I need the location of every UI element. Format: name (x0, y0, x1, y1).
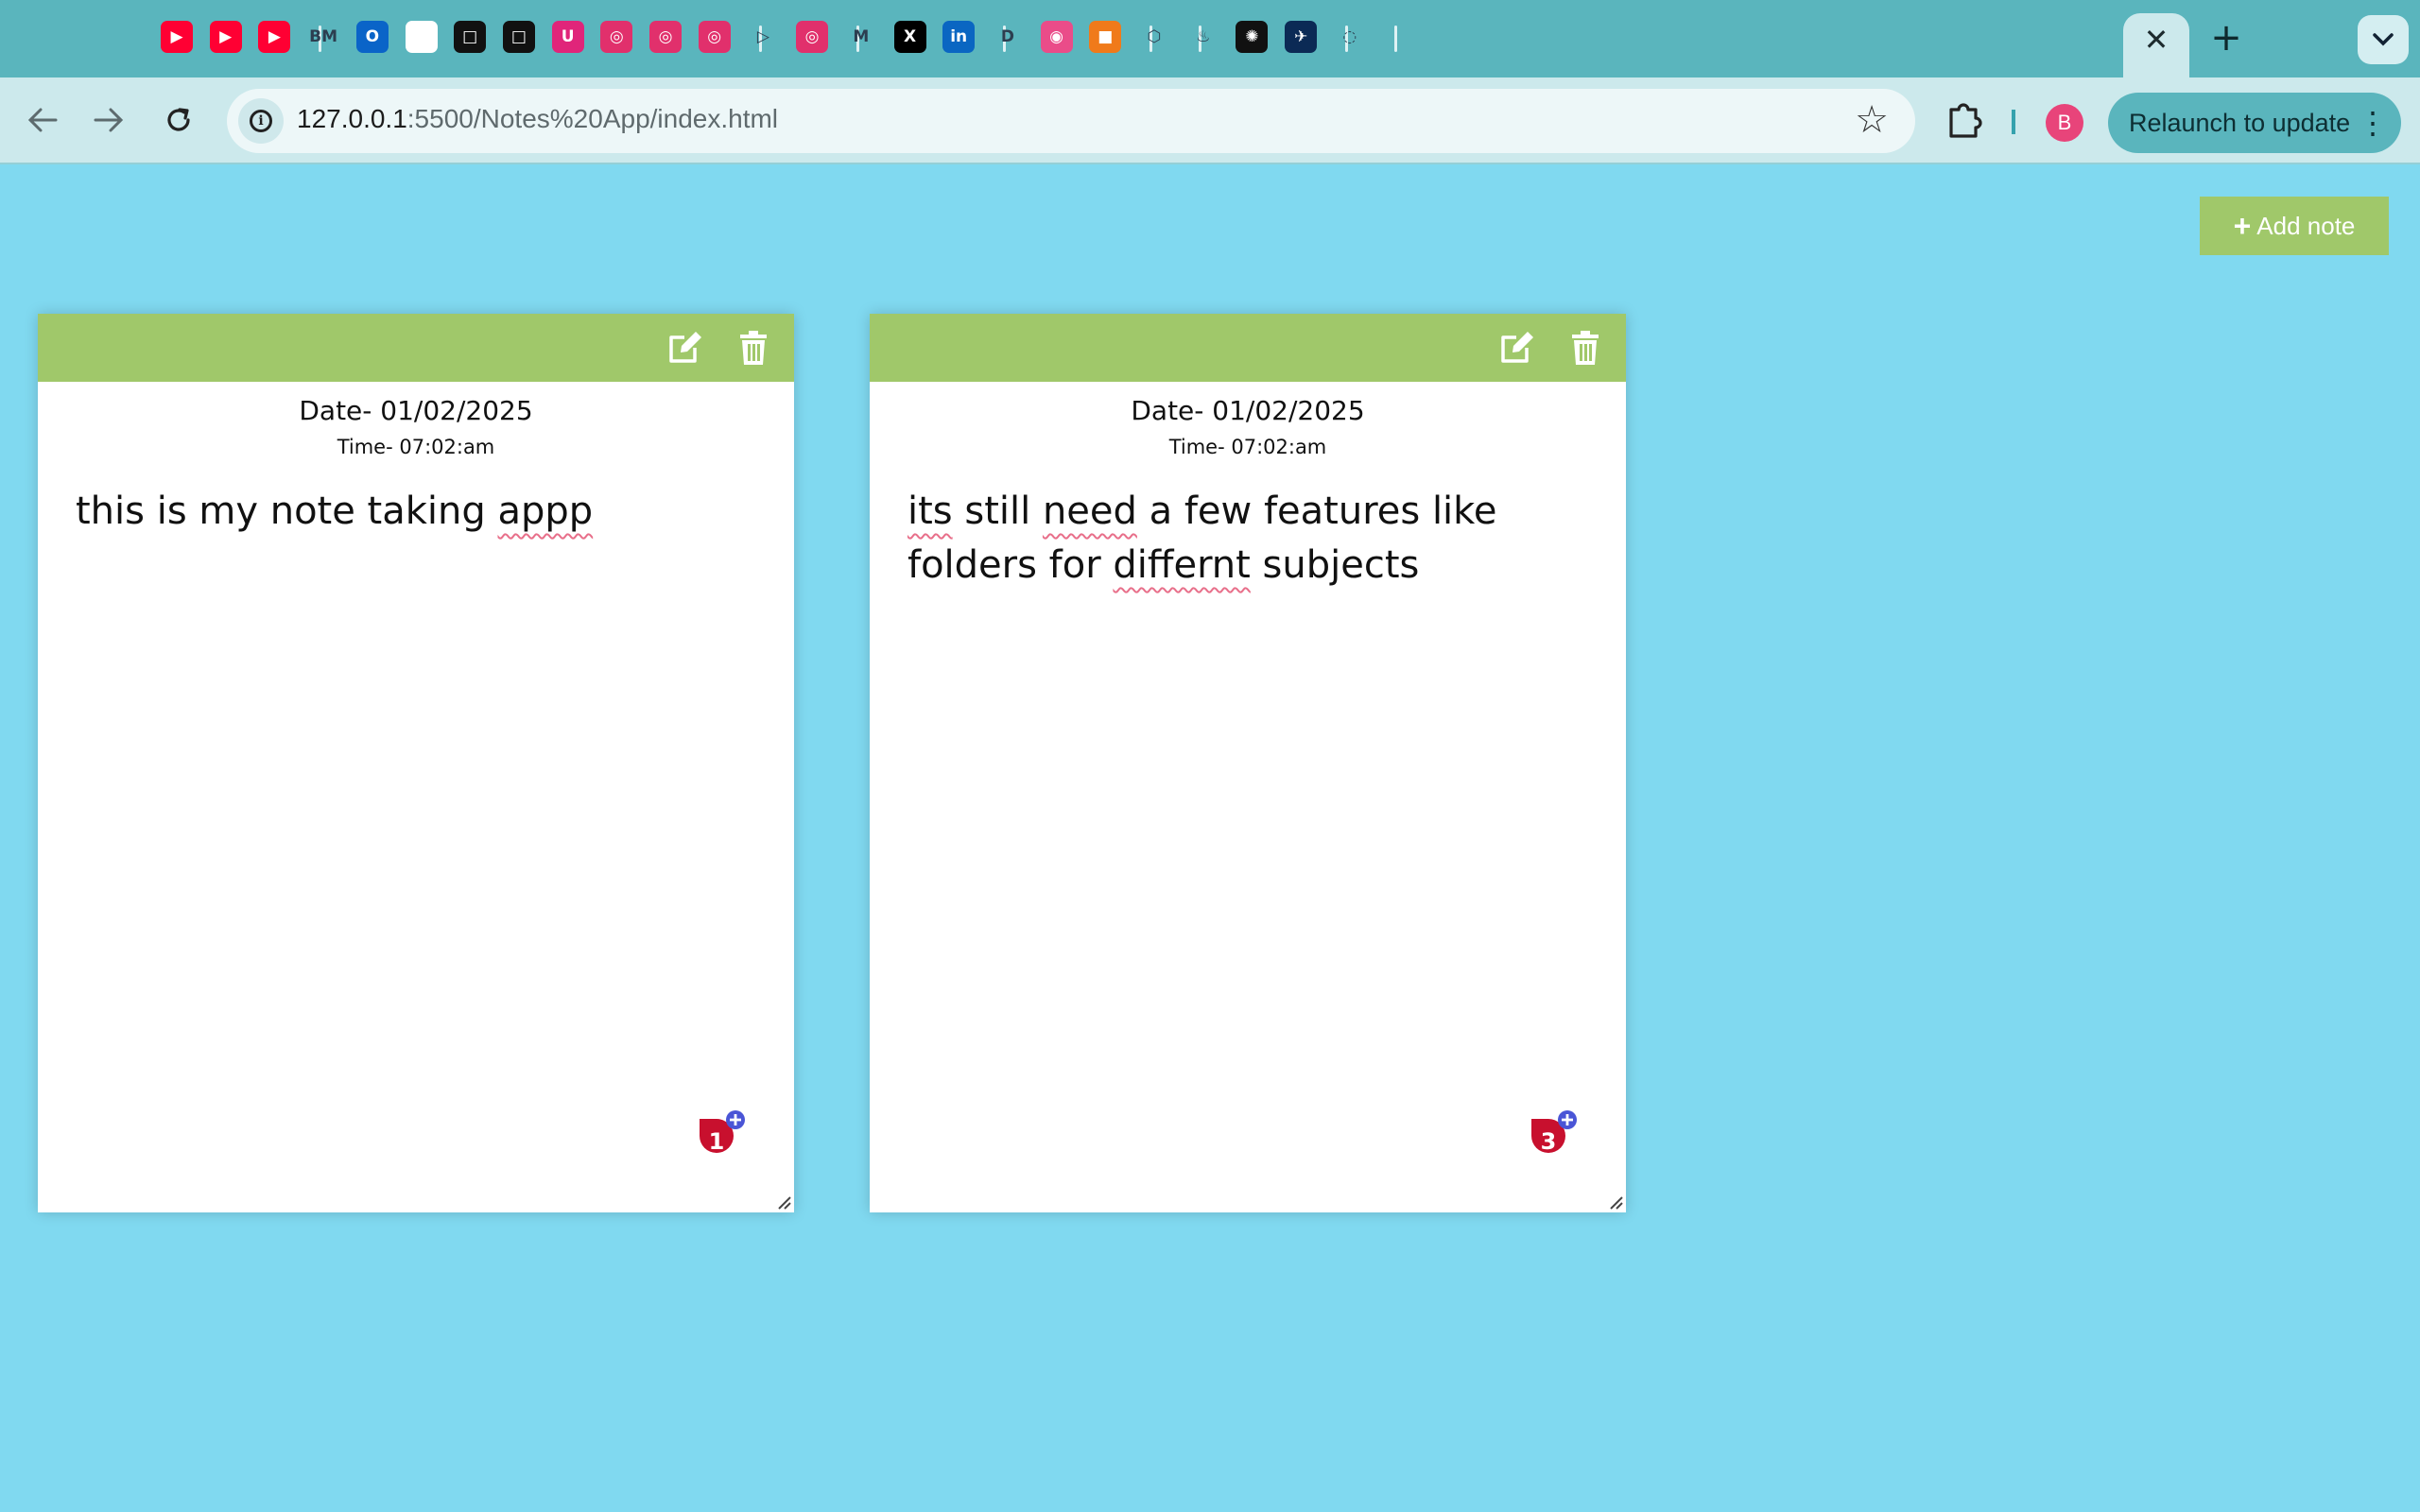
forward-button[interactable] (85, 96, 132, 144)
youtube-favicon-icon[interactable]: ▶ (258, 21, 291, 53)
add-note-label: Add note (2256, 211, 2356, 240)
linkedin-favicon-icon[interactable]: in (942, 21, 976, 53)
resize-handle-icon[interactable] (1607, 1194, 1624, 1211)
instagram-favicon-icon[interactable]: ◎ (600, 21, 633, 53)
active-tab[interactable]: ✕ (2123, 13, 2189, 77)
badge-count: 3 (1541, 1128, 1557, 1155)
grammar-badge[interactable]: 1 (690, 1108, 749, 1166)
address-bar[interactable]: i 127.0.0.1:5500/Notes%20App/index.html … (227, 89, 1915, 153)
note-date: Date- 01/02/2025 (299, 395, 533, 426)
instagram-favicon-icon[interactable]: ◎ (649, 21, 682, 53)
new-tab-button[interactable]: + (2206, 13, 2246, 62)
box-favicon-icon[interactable]: ■ (1089, 21, 1122, 53)
add-note-button[interactable]: + Add note (2200, 197, 2389, 255)
note-text[interactable]: this is my note taking appp (38, 485, 794, 539)
toolbar-divider (2012, 110, 2015, 134)
site-info-icon[interactable]: i (238, 98, 284, 144)
note-text-segment: subjects (1250, 543, 1420, 587)
misspelled-word: need (1042, 490, 1137, 533)
note-header (38, 314, 794, 382)
note-date: Date- 01/02/2025 (1131, 395, 1365, 426)
instagram-favicon-icon[interactable]: ◎ (698, 21, 731, 53)
tab-strip: ▶ ▶ ▶ BM O □ □ U ◎ ◎ ◎ ▷ ◎ M Xin D ◉ ■ ⬡ ♨ ✺ ✈ ◌ ✕ + (0, 0, 2420, 77)
arrow-left-icon (27, 108, 58, 132)
note-card: Date- 01/02/2025 Time- 07:02:am this is … (38, 314, 794, 1212)
misspelled-word: appp (497, 490, 594, 533)
note-time: Time- 07:02:am (337, 436, 495, 458)
black-square-favicon-icon[interactable]: □ (502, 21, 535, 53)
browser-toolbar: i 127.0.0.1:5500/Notes%20App/index.html … (0, 77, 2420, 164)
bm-favicon-icon[interactable]: BM (307, 21, 339, 53)
tab-separator (1393, 26, 1397, 52)
gmail-favicon-icon[interactable]: M (845, 21, 877, 53)
relaunch-button[interactable]: Relaunch to update ⋮ (2108, 93, 2401, 153)
badge-count: 1 (709, 1128, 725, 1155)
back-button[interactable] (19, 96, 66, 144)
note-text-segment: still (952, 490, 1043, 533)
white-doc-favicon-icon[interactable] (405, 21, 438, 53)
flame-favicon-icon[interactable]: ♨ (1187, 21, 1219, 53)
profile-avatar[interactable]: B (2046, 104, 2083, 142)
airline-favicon-icon[interactable]: ✈ (1285, 21, 1318, 53)
reload-button[interactable] (155, 96, 202, 144)
plus-icon: + (2233, 209, 2252, 243)
more-menu-icon[interactable]: ⋮ (2358, 93, 2388, 153)
x-favicon-icon[interactable]: X (893, 21, 926, 53)
misspelled-word: differnt (1113, 543, 1251, 587)
note-time: Time- 07:02:am (1168, 436, 1327, 458)
cube-favicon-icon[interactable]: ⬡ (1138, 21, 1170, 53)
chatgpt-favicon-icon[interactable]: ✺ (1236, 21, 1269, 53)
relaunch-label: Relaunch to update (2129, 109, 2351, 137)
youtube-favicon-icon[interactable]: ▶ (161, 21, 193, 53)
resize-handle-icon[interactable] (775, 1194, 792, 1211)
note-text[interactable]: its still need a few features like folde… (870, 485, 1626, 593)
grammar-badge[interactable]: 3 (1522, 1108, 1581, 1166)
note-header (870, 314, 1626, 382)
edit-icon[interactable] (666, 329, 704, 367)
tab-search-button[interactable] (2358, 15, 2409, 64)
arrow-right-icon (94, 108, 124, 132)
u-favicon-icon[interactable]: U (551, 21, 584, 53)
trash-icon[interactable] (735, 329, 772, 367)
chevron-down-icon (2373, 33, 2394, 46)
youtube-favicon-icon[interactable]: ▶ (209, 21, 242, 53)
misspelled-word: its (908, 490, 953, 533)
loading-favicon-icon[interactable]: ◌ (1334, 21, 1366, 53)
black-square-favicon-icon[interactable]: □ (454, 21, 487, 53)
reload-icon (167, 108, 190, 131)
dribbble-favicon-icon[interactable]: ◉ (1040, 21, 1073, 53)
url-text[interactable]: 127.0.0.1:5500/Notes%20App/index.html (297, 104, 778, 134)
extensions-icon[interactable] (1940, 93, 1989, 149)
outlook-favicon-icon[interactable]: O (355, 21, 389, 53)
edit-icon[interactable] (1498, 329, 1536, 367)
close-tab-icon[interactable]: ✕ (2123, 13, 2189, 66)
note-card: Date- 01/02/2025 Time- 07:02:am its stil… (870, 314, 1626, 1212)
trash-icon[interactable] (1566, 329, 1604, 367)
bookmark-star-icon[interactable]: ☆ (1855, 98, 1889, 142)
instagram-favicon-icon[interactable]: ◎ (796, 21, 829, 53)
note-text-segment: this is my note taking (76, 490, 498, 533)
d-favicon-icon[interactable]: D (992, 21, 1024, 53)
play-outline-favicon-icon[interactable]: ▷ (747, 21, 779, 53)
